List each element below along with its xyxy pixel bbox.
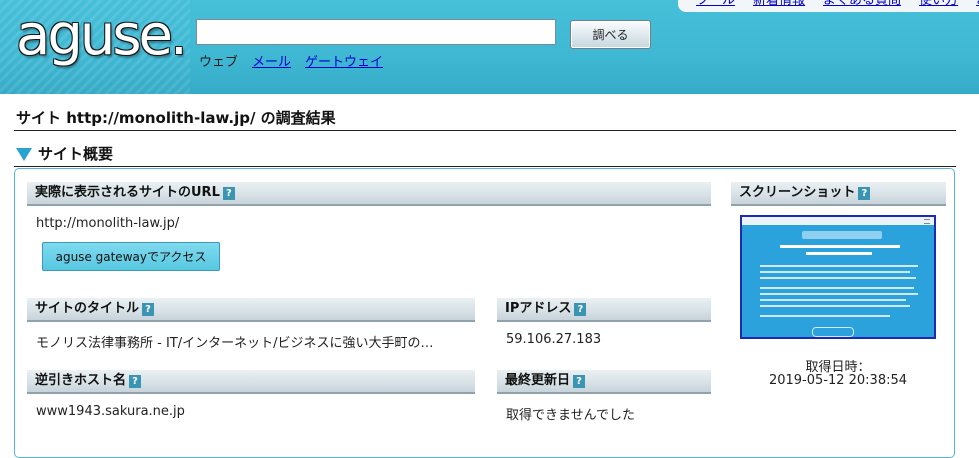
search-button[interactable]: 調べる — [570, 20, 651, 49]
field-header-last-updated: 最終更新日 ? — [497, 370, 711, 394]
help-icon[interactable]: ? — [222, 186, 235, 200]
search-input[interactable] — [196, 19, 556, 45]
field-value-last-updated: 取得できませんでした — [506, 408, 635, 423]
thumbnail-text-line — [760, 299, 906, 301]
thumbnail-heading-line — [780, 245, 900, 248]
thumbnail-text-line — [760, 315, 890, 317]
thumbnail-text-line — [760, 265, 918, 267]
field-label-url: 実際に表示されるサイトのURL — [35, 185, 220, 200]
gateway-access-button[interactable]: aguse gatewayでアクセス — [42, 242, 220, 271]
thumbnail-text-line — [760, 271, 910, 273]
search-type-web[interactable]: ウェブ — [199, 51, 238, 70]
search-type-selector: ウェブ メール ゲートウェイ — [199, 51, 383, 70]
search-type-gateway[interactable]: ゲートウェイ — [305, 51, 383, 70]
thumbnail-button — [812, 327, 854, 337]
help-icon[interactable]: ? — [858, 186, 871, 200]
field-header-url: 実際に表示されるサイトのURL ? — [27, 182, 711, 206]
aguse-logo[interactable]: aguse. — [16, 6, 188, 66]
top-nav-tools[interactable]: ツール — [696, 0, 735, 12]
thumbnail-text-line — [760, 293, 918, 295]
field-value-reverse-host: www1943.sakura.ne.jp — [36, 404, 185, 419]
field-label-last-updated: 最終更新日 — [505, 373, 571, 388]
field-header-reverse-host: 逆引きホスト名 ? — [27, 370, 475, 394]
section-divider — [14, 166, 956, 167]
thumbnail-banner — [802, 231, 882, 239]
top-nav-faq[interactable]: よくある質問 — [823, 0, 901, 12]
top-nav: ツール 新着情報 よくある質問 使い方 お — [678, 0, 979, 12]
help-icon[interactable]: ? — [574, 302, 587, 316]
thumbnail-text-line — [760, 287, 914, 289]
help-icon[interactable]: ? — [142, 302, 155, 316]
field-header-screenshot: スクリーンショット ? — [731, 182, 946, 206]
section-heading-label: サイト概要 — [38, 145, 114, 163]
capture-time-value: 2019-05-12 20:38:54 — [768, 373, 908, 388]
field-label-title: サイトのタイトル — [35, 301, 140, 316]
thumbnail-heading-line — [806, 252, 872, 255]
field-label-screenshot: スクリーンショット — [739, 185, 856, 200]
thumbnail-text-line — [760, 277, 916, 279]
thumbnail-toolbar — [742, 217, 934, 225]
field-header-title: サイトのタイトル ? — [27, 298, 475, 322]
top-nav-news[interactable]: 新着情報 — [753, 0, 805, 12]
field-value-url: http://monolith-law.jp/ — [36, 216, 180, 231]
section-heading[interactable]: サイト概要 — [16, 143, 113, 164]
top-nav-howto[interactable]: 使い方 — [919, 0, 958, 12]
field-label-ip: IPアドレス — [505, 301, 572, 316]
page-title: サイト http://monolith-law.jp/ の調査結果 — [16, 109, 336, 127]
site-screenshot-thumbnail[interactable] — [740, 215, 936, 339]
field-label-reverse-host: 逆引きホスト名 — [35, 373, 127, 388]
title-divider — [14, 130, 956, 131]
field-value-ip: 59.106.27.183 — [506, 332, 602, 347]
search-type-mail[interactable]: メール — [252, 51, 291, 70]
field-header-ip: IPアドレス ? — [497, 298, 711, 322]
header-bar: aguse. 調べる ウェブ メール ゲートウェイ ツール 新着情報 よくある質… — [0, 0, 979, 94]
collapse-triangle-icon[interactable] — [16, 148, 32, 161]
help-icon[interactable]: ? — [129, 374, 142, 388]
field-value-title: モノリス法律事務所 - IT/インターネット/ビジネスに強い大手町の… — [36, 336, 434, 351]
thumbnail-text-line — [760, 305, 910, 307]
help-icon[interactable]: ? — [573, 374, 586, 388]
